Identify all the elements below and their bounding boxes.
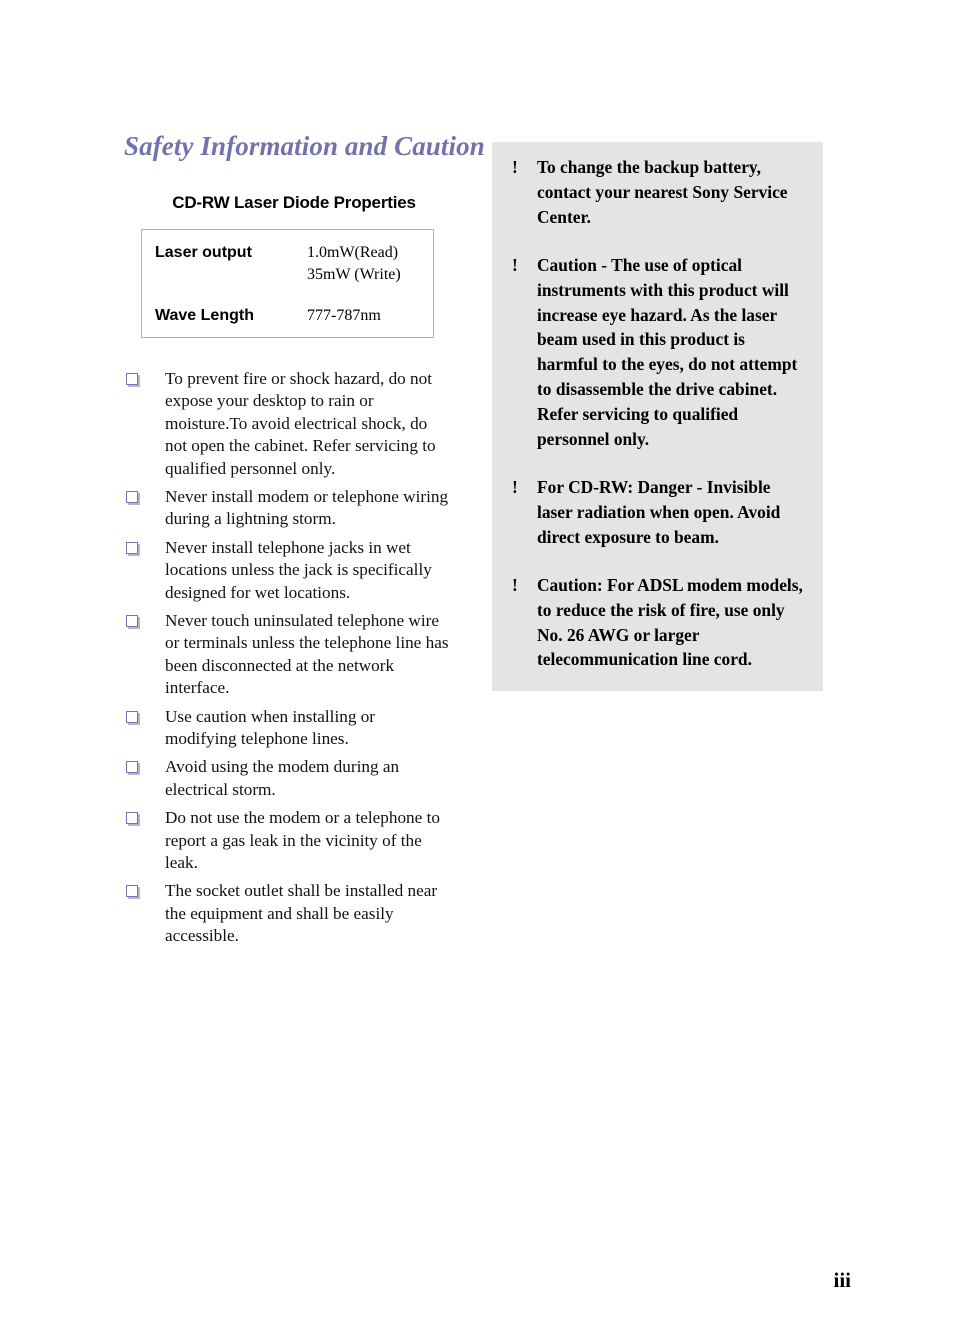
list-item-text: Avoid using the modem during an electric… — [165, 757, 400, 799]
caution-item-text: Caution - The use of optical instruments… — [537, 254, 798, 450]
spec-label-wave-length: Wave Length — [155, 306, 254, 324]
list-item: Do not use the modem or a telephone to r… — [124, 807, 449, 874]
exclamation-icon: ! — [512, 254, 518, 275]
caution-item: ! Caution - The use of optical instrumen… — [504, 253, 809, 452]
caution-panel: ! To change the backup battery, contact … — [492, 142, 823, 692]
spec-value-laser-output: 1.0mW(Read) 35mW (Write) — [307, 242, 401, 286]
list-item: Never install modem or telephone wiring … — [124, 486, 449, 531]
table-row: Laser output 1.0mW(Read) 35mW (Write) — [142, 242, 433, 286]
square-bullet-icon — [126, 710, 138, 723]
page-number: iii — [833, 1268, 851, 1292]
list-item-text: To prevent fire or shock hazard, do not … — [165, 368, 436, 478]
list-item: To prevent fire or shock hazard, do not … — [124, 368, 449, 480]
list-item-text: Never install modem or telephone wiring … — [165, 486, 449, 529]
left-content-column: Safety Information and Caution CD-RW Las… — [124, 131, 485, 954]
document-page: Safety Information and Caution CD-RW Las… — [0, 0, 954, 1340]
exclamation-icon: ! — [512, 574, 518, 595]
list-item: Never install telephone jacks in wet loc… — [124, 537, 449, 604]
page-title: Safety Information and Caution — [124, 131, 485, 161]
list-item-text: Never install telephone jacks in wet loc… — [165, 537, 432, 602]
list-item: Avoid using the modem during an electric… — [124, 756, 449, 801]
spec-value-line: 35mW (Write) — [307, 265, 401, 283]
list-item-text: Never touch uninsulated telephone wire o… — [165, 610, 449, 698]
square-bullet-icon — [126, 541, 138, 554]
square-bullet-icon — [126, 614, 138, 627]
laser-diode-spec-table: Laser output 1.0mW(Read) 35mW (Write) Wa… — [141, 228, 434, 338]
list-item: The socket outlet shall be installed nea… — [124, 880, 449, 947]
list-item-text: The socket outlet shall be installed nea… — [165, 881, 438, 946]
square-bullet-icon — [126, 761, 138, 774]
list-item: Never touch uninsulated telephone wire o… — [124, 610, 449, 700]
spec-value-wave-length: 777-787nm — [307, 305, 381, 327]
caution-item: ! For CD-RW: Danger - Invisible laser ra… — [504, 475, 809, 550]
square-bullet-icon — [126, 490, 138, 503]
exclamation-icon: ! — [512, 476, 518, 497]
caution-item-text: For CD-RW: Danger - Invisible laser radi… — [537, 476, 781, 547]
spec-value-line: 1.0mW(Read) — [307, 243, 399, 261]
square-bullet-icon — [126, 812, 138, 825]
spec-label-laser-output: Laser output — [155, 243, 252, 261]
square-bullet-icon — [126, 372, 138, 385]
caution-item: ! To change the backup battery, contact … — [504, 155, 809, 230]
list-item: Use caution when installing or modifying… — [124, 706, 449, 751]
caution-item: ! Caution: For ADSL modem models, to red… — [504, 573, 809, 673]
safety-bullet-list: To prevent fire or shock hazard, do not … — [124, 338, 464, 948]
caution-item-text: Caution: For ADSL modem models, to reduc… — [537, 574, 803, 670]
caution-item-text: To change the backup battery, contact yo… — [537, 157, 788, 227]
spec-value-line: 777-787nm — [307, 306, 381, 324]
square-bullet-icon — [126, 885, 138, 898]
list-item-text: Do not use the modem or a telephone to r… — [165, 808, 440, 873]
exclamation-icon: ! — [512, 157, 518, 177]
spec-table-heading: CD-RW Laser Diode Properties — [172, 192, 416, 212]
table-row: Wave Length 777-787nm — [142, 305, 433, 327]
list-item-text: Use caution when installing or modifying… — [165, 706, 376, 749]
